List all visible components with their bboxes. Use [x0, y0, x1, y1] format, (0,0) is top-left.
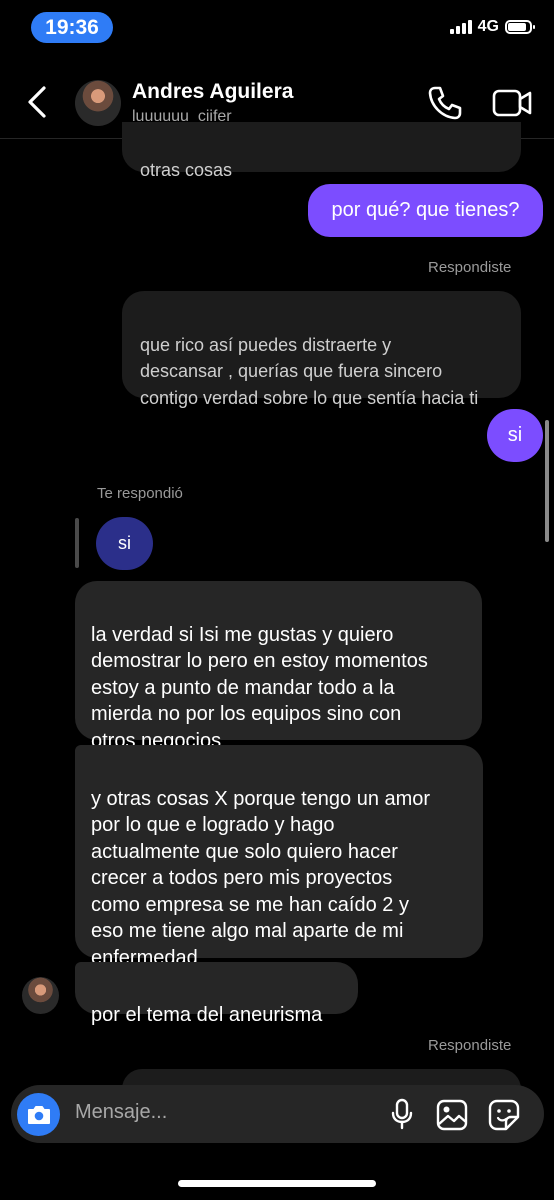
- reply-label: Respondiste: [428, 1037, 512, 1054]
- contact-avatar[interactable]: [75, 80, 121, 126]
- back-arrow-icon[interactable]: [24, 84, 54, 120]
- message-text: si: [507, 424, 523, 447]
- scrollbar[interactable]: [545, 420, 549, 542]
- sender-avatar[interactable]: [22, 977, 59, 1014]
- status-time: 19:36: [31, 12, 113, 43]
- video-camera-icon[interactable]: [491, 84, 533, 122]
- quoted-message[interactable]: si: [96, 517, 153, 570]
- microphone-icon[interactable]: [389, 1098, 415, 1130]
- network-type: 4G: [477, 18, 499, 35]
- camera-icon: [27, 1105, 50, 1124]
- quoted-message[interactable]: que rico así puedes distraerte y descans…: [122, 291, 521, 408]
- message-text: y otras cosas X porque tengo un amor por…: [91, 787, 431, 969]
- message-text: por qué? que tienes?: [331, 199, 520, 222]
- message-text: por el tema del aneurisma: [91, 1003, 323, 1026]
- message-composer: Mensaje...: [11, 1085, 544, 1143]
- message-received-partial[interactable]: otras cosas: [122, 122, 521, 180]
- battery-icon: [505, 20, 535, 34]
- message-text: la verdad si Isi me gustas y quiero demo…: [91, 623, 428, 752]
- message-input[interactable]: Mensaje...: [75, 1101, 167, 1124]
- status-indicators: 4G: [449, 18, 535, 36]
- phone-icon[interactable]: [426, 84, 464, 122]
- message-received[interactable]: por el tema del aneurisma: [75, 962, 358, 1026]
- message-text: si: [118, 533, 131, 554]
- signal-icon: [449, 20, 472, 34]
- home-indicator[interactable]: [178, 1180, 376, 1187]
- camera-button[interactable]: [17, 1093, 60, 1136]
- message-text: otras cosas: [140, 160, 233, 180]
- message-sent[interactable]: por qué? que tienes?: [308, 184, 543, 237]
- reply-label: Te respondió: [97, 485, 183, 502]
- reply-label: Respondiste: [428, 259, 512, 276]
- contact-name[interactable]: Andres Aguilera: [132, 80, 293, 104]
- sticker-icon[interactable]: [488, 1099, 520, 1131]
- reply-indicator-bar: [75, 518, 79, 568]
- message-sent[interactable]: si: [487, 409, 543, 462]
- message-received[interactable]: la verdad si Isi me gustas y quiero demo…: [75, 581, 482, 752]
- message-received[interactable]: y otras cosas X porque tengo un amor por…: [75, 745, 483, 969]
- message-text: que rico así puedes distraerte y descans…: [140, 334, 479, 408]
- gallery-icon[interactable]: [436, 1099, 468, 1131]
